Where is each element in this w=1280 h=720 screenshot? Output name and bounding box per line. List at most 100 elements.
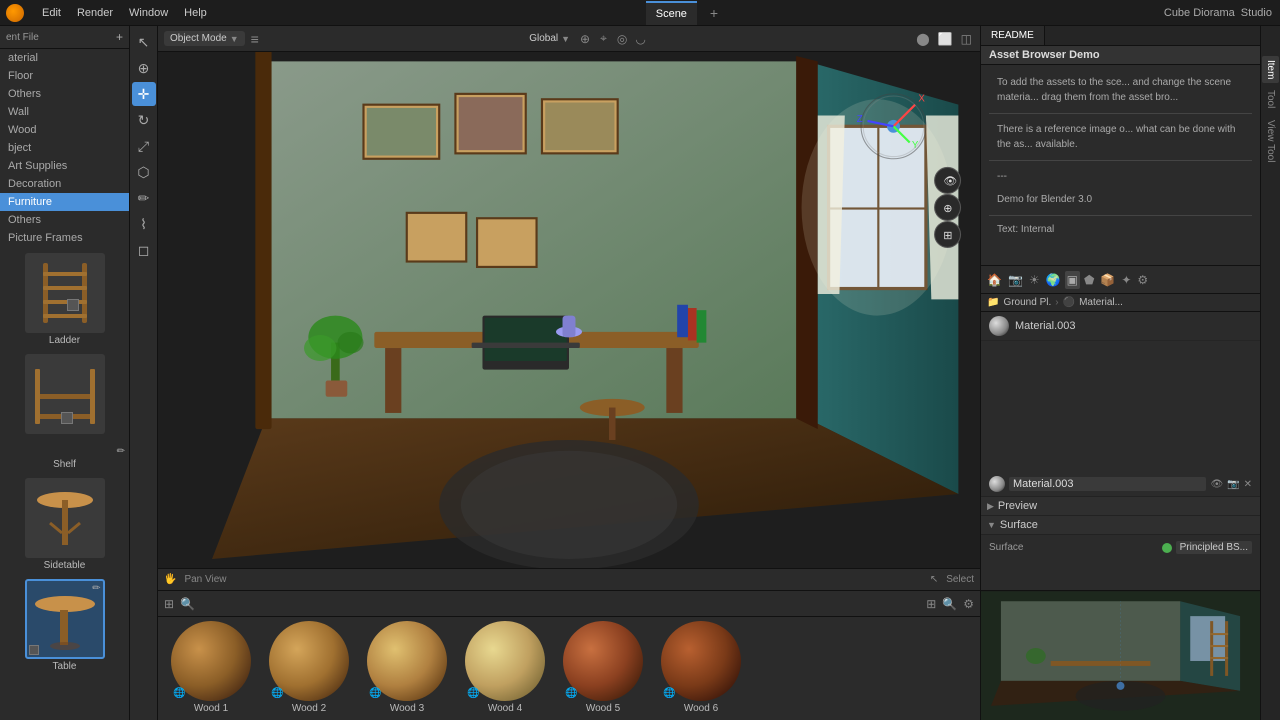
bottom-search-icon[interactable]: 🔍 xyxy=(180,597,195,611)
bottom-filter-icon[interactable]: ⊞ xyxy=(164,597,174,611)
mat-name-row: Material.003 👁 📷 ✕ xyxy=(981,472,1260,497)
material-wood6[interactable]: 🌐 Wood 6 xyxy=(656,621,746,716)
material-wood2[interactable]: 🌐 Wood 2 xyxy=(264,621,354,716)
asset-shelf-checkbox xyxy=(61,412,73,424)
proportional-icon[interactable]: ◎ xyxy=(617,32,627,46)
material-wood3[interactable]: 🌐 Wood 3 xyxy=(362,621,452,716)
coord-arrow: ▼ xyxy=(561,34,570,44)
menu-edit[interactable]: Edit xyxy=(34,0,69,26)
cat-decoration[interactable]: Decoration xyxy=(0,175,129,193)
view-mode-render[interactable]: ⬤ xyxy=(916,32,929,46)
pivot-icon[interactable]: ⊕ xyxy=(580,32,590,46)
category-list: aterial Floor Others Wall Wood bject Art… xyxy=(0,49,129,249)
blender-header: Edit Render Window Help Scene + Cube Dio… xyxy=(0,0,1280,26)
snap-icon[interactable]: ⌖ xyxy=(600,31,607,46)
cat-picture-frames[interactable]: Picture Frames xyxy=(0,229,129,247)
prop-icon-scene[interactable]: 🏠 xyxy=(985,271,1004,289)
mat-icon-eye[interactable]: 👁 xyxy=(1210,479,1223,490)
viewport-options-icon[interactable]: ≡ xyxy=(251,31,259,47)
tool-rotate[interactable]: ↻ xyxy=(132,108,156,132)
asset-ladder[interactable]: Ladder xyxy=(4,253,125,346)
material-globe-icon4: 🌐 xyxy=(467,688,479,699)
coord-system[interactable]: Global ▼ xyxy=(529,33,570,44)
surface-section-header[interactable]: ▼ Surface xyxy=(981,516,1260,535)
material-slot-label: Material... xyxy=(1079,297,1123,308)
asset-table[interactable]: ✏ Table xyxy=(4,579,125,672)
falloff-icon[interactable]: ◡ xyxy=(635,32,645,46)
cat-floor[interactable]: Floor xyxy=(0,67,129,85)
tab-readme[interactable]: README xyxy=(981,26,1045,45)
tool-cursor[interactable]: ⊕ xyxy=(132,56,156,80)
surface-shader-row: Surface Principled BS... xyxy=(989,539,1252,556)
tab-scene[interactable]: Scene xyxy=(646,1,697,25)
prop-icon-output[interactable]: ☀ xyxy=(1027,271,1042,289)
mat-icon-cam[interactable]: 📷 xyxy=(1227,479,1239,490)
far-tab-view[interactable]: View Tool xyxy=(1262,116,1279,166)
mat-name-display[interactable]: Material.003 xyxy=(1009,477,1206,491)
tool-select[interactable]: ↖ xyxy=(132,30,156,54)
tool-scale[interactable]: ⤢ xyxy=(132,134,156,158)
mat-slot-003[interactable]: Material.003 xyxy=(981,312,1260,341)
tool-transform[interactable]: ⬡ xyxy=(132,160,156,184)
cat-material[interactable]: aterial xyxy=(0,49,129,67)
cat-others1[interactable]: Others xyxy=(0,85,129,103)
prop-icon-particle[interactable]: 📦 xyxy=(1098,271,1117,289)
menu-render[interactable]: Render xyxy=(69,0,121,26)
asset-shelf[interactable]: ✏ Shelf xyxy=(4,354,125,470)
view-mode-solid[interactable]: ⬜ xyxy=(938,32,953,46)
cat-art-supplies[interactable]: Art Supplies xyxy=(0,157,129,175)
viewport-area: Object Mode ▼ ≡ Global ▼ ⊕ ⌖ ◎ ◡ ⬤ ⬜ ◫ xyxy=(158,26,980,720)
left-add-btn[interactable]: + xyxy=(116,30,123,44)
tool-measure[interactable]: ⌇ xyxy=(132,212,156,236)
bottom-settings-icon[interactable]: ⚙ xyxy=(963,597,974,611)
prop-icon-object[interactable]: ▣ xyxy=(1065,271,1080,289)
cat-object[interactable]: bject xyxy=(0,139,129,157)
mat-icon-del[interactable]: ✕ xyxy=(1244,479,1252,490)
svg-text:⊞: ⊞ xyxy=(943,230,952,242)
view-mode-wire[interactable]: ◫ xyxy=(961,32,972,46)
mat-preview-ball-small xyxy=(989,476,1005,492)
surface-shader-name[interactable]: Principled BS... xyxy=(1176,541,1252,554)
material-wood6-label: Wood 6 xyxy=(684,703,718,714)
surface-section-content: Surface Principled BS... xyxy=(981,535,1260,560)
bottom-grid-icon[interactable]: ⊞ xyxy=(926,597,936,611)
far-tab-item[interactable]: Item xyxy=(1262,56,1279,83)
material-wood4[interactable]: 🌐 Wood 4 xyxy=(460,621,550,716)
cat-wood[interactable]: Wood xyxy=(0,121,129,139)
preview-section-header[interactable]: ▶ Preview xyxy=(981,497,1260,516)
mode-label: Object Mode xyxy=(170,33,227,44)
material-wood3-label: Wood 3 xyxy=(390,703,424,714)
mode-selector[interactable]: Object Mode ▼ xyxy=(164,31,245,46)
far-tab-tool[interactable]: Tool xyxy=(1262,86,1279,112)
prop-icon-view[interactable]: 🌍 xyxy=(1044,271,1063,289)
asset-sidetable[interactable]: Sidetable xyxy=(4,478,125,571)
left-panel-actions: + xyxy=(116,30,123,44)
prop-icon-modifier[interactable]: ⬟ xyxy=(1082,271,1096,289)
material-globe-icon6: 🌐 xyxy=(663,688,675,699)
prop-icon-material[interactable]: ✦ xyxy=(1119,271,1133,289)
add-workspace-tab[interactable]: + xyxy=(703,2,725,24)
prop-icon-settings[interactable]: ⚙ xyxy=(1135,271,1150,289)
readme-divider1 xyxy=(989,113,1252,114)
room-scene-svg: X Y Z 👁 ⊕ ⊞ xyxy=(158,52,980,590)
readme-header: Asset Browser Demo xyxy=(981,46,1260,65)
cat-furniture[interactable]: Furniture xyxy=(0,193,129,211)
material-wood1[interactable]: 🌐 Wood 1 xyxy=(166,621,256,716)
3d-viewport[interactable]: X Y Z 👁 ⊕ ⊞ 🖐 Pan View xyxy=(158,52,980,590)
cat-others2[interactable]: Others xyxy=(0,211,129,229)
menu-window[interactable]: Window xyxy=(121,0,176,26)
bottom-search2-icon[interactable]: 🔍 xyxy=(942,597,957,611)
viewport-bottom-bar: 🖐 Pan View ↖ Select xyxy=(158,568,980,590)
tool-add[interactable]: ◻ xyxy=(132,238,156,262)
material-wood5[interactable]: 🌐 Wood 5 xyxy=(558,621,648,716)
left-tools: ↖ ⊕ ✛ ↻ ⤢ ⬡ ✏ ⌇ ◻ xyxy=(130,26,158,720)
cat-wall[interactable]: Wall xyxy=(0,103,129,121)
readme-panel: Asset Browser Demo To add the assets to … xyxy=(981,46,1260,266)
tool-move[interactable]: ✛ xyxy=(132,82,156,106)
table-checkbox xyxy=(29,645,39,655)
prop-icon-render[interactable]: 📷 xyxy=(1006,271,1025,289)
menu-help[interactable]: Help xyxy=(176,0,215,26)
asset-ladder-label: Ladder xyxy=(49,335,80,346)
engine-selector[interactable]: Cube Diorama xyxy=(1164,7,1235,19)
tool-annotate[interactable]: ✏ xyxy=(132,186,156,210)
